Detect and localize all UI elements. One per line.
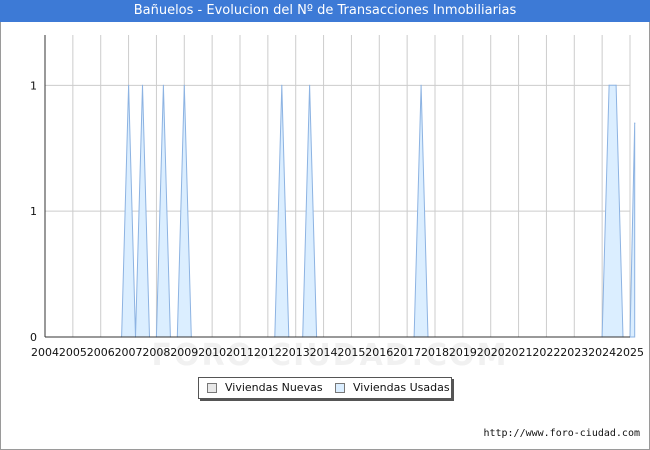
legend-item-nuevas: Viviendas Nuevas xyxy=(207,381,323,394)
x-tick-label: 2005 xyxy=(59,346,87,359)
x-tick-label: 2025 xyxy=(616,346,644,359)
x-tick-label: 2016 xyxy=(365,346,393,359)
legend-swatch-usadas xyxy=(335,382,345,393)
x-tick-label: 2023 xyxy=(560,346,588,359)
data-point-usadas xyxy=(634,122,636,124)
data-point-usadas xyxy=(608,84,610,86)
x-tick-label: 2022 xyxy=(532,346,560,359)
x-tick-label: 2010 xyxy=(198,346,226,359)
legend-item-usadas: Viviendas Usadas xyxy=(335,381,450,394)
data-point-usadas xyxy=(420,84,422,86)
x-tick-label: 2004 xyxy=(31,346,59,359)
x-tick-label: 2009 xyxy=(170,346,198,359)
x-tick-label: 2013 xyxy=(282,346,310,359)
legend: Viviendas Nuevas Viviendas Usadas xyxy=(198,377,452,399)
data-point-usadas xyxy=(615,84,617,86)
x-tick-label: 2018 xyxy=(421,346,449,359)
data-point-usadas xyxy=(309,84,311,86)
legend-label-usadas: Viviendas Usadas xyxy=(353,381,450,394)
x-tick-label: 2019 xyxy=(449,346,477,359)
y-tick-label: 0 xyxy=(30,331,37,344)
y-tick-label: 1 xyxy=(30,79,37,92)
x-tick-label: 2020 xyxy=(477,346,505,359)
x-tick-label: 2007 xyxy=(115,346,143,359)
data-point-usadas xyxy=(162,84,164,86)
x-tick-label: 2014 xyxy=(310,346,338,359)
x-tick-label: 2006 xyxy=(87,346,115,359)
y-tick-label: 1 xyxy=(30,205,37,218)
x-tick-label: 2012 xyxy=(254,346,282,359)
data-point-usadas xyxy=(127,84,130,86)
legend-swatch-nuevas xyxy=(207,382,217,393)
data-point-usadas xyxy=(281,84,283,86)
data-point-usadas xyxy=(141,84,144,86)
x-tick-label: 2021 xyxy=(505,346,533,359)
x-tick-label: 2008 xyxy=(142,346,170,359)
x-tick-label: 2011 xyxy=(226,346,254,359)
legend-label-nuevas: Viviendas Nuevas xyxy=(225,381,323,394)
data-point-usadas xyxy=(183,84,185,86)
x-tick-label: 2015 xyxy=(337,346,365,359)
source-url[interactable]: http://www.foro-ciudad.com xyxy=(483,428,640,439)
x-tick-label: 2017 xyxy=(393,346,421,359)
x-tick-label: 2024 xyxy=(588,346,616,359)
